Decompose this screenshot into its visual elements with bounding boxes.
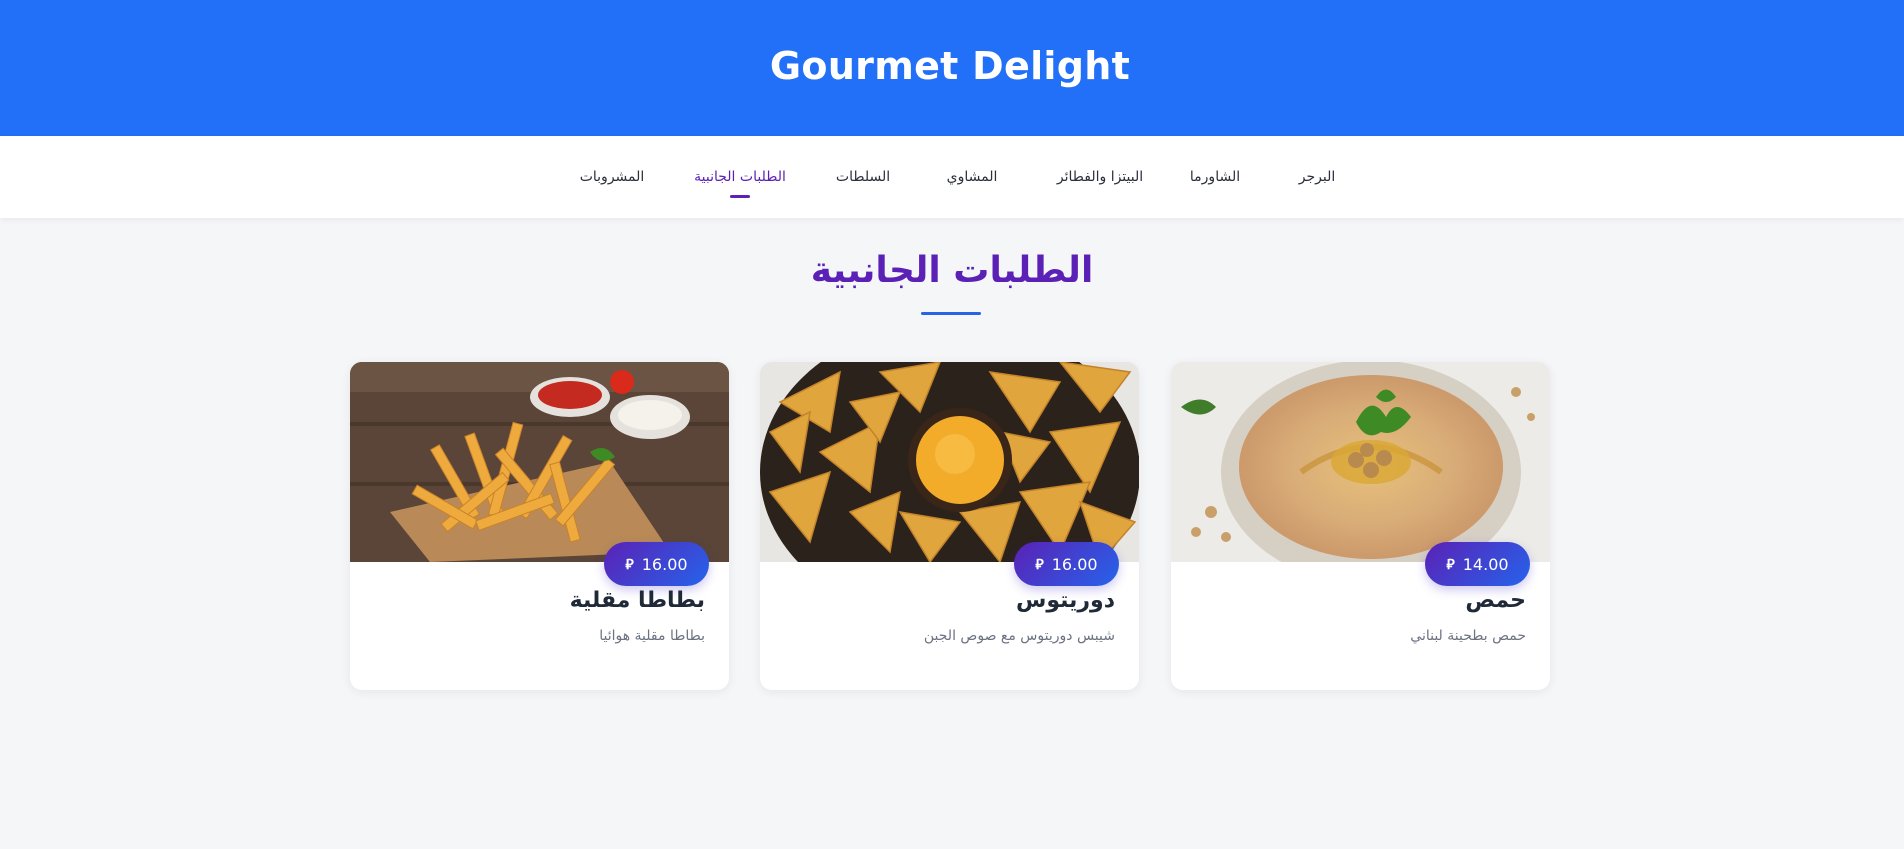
product-name: حمص xyxy=(1465,588,1526,613)
nav-item-label: الطلبات الجانبية xyxy=(694,169,786,185)
category-nav: البرجر الشاورما البيتزا والفطائر المشاوي… xyxy=(0,136,1904,218)
nav-item-drinks[interactable]: المشروبات xyxy=(578,136,646,218)
price-value: 14.00 xyxy=(1462,554,1509,574)
nav-item-label: المشروبات xyxy=(579,169,645,185)
saudi-riyal-icon: ⃁ xyxy=(1035,557,1044,573)
product-card-doritos[interactable]: ⃁ 16.00 دوريتوس شيبس دوريتوس مع صوص الجب… xyxy=(760,362,1139,690)
nav-item-pizza-pies[interactable]: البيتزا والفطائر xyxy=(1048,136,1152,218)
french-fries-image xyxy=(350,362,729,562)
section-title: الطلبات الجانبية xyxy=(810,250,1094,291)
product-name: بطاطا مقلية xyxy=(569,588,705,613)
nav-item-label: المشاوي xyxy=(946,169,998,185)
product-card-hummus[interactable]: ⃁ 14.00 حمص حمص بطحينة لبناني xyxy=(1171,362,1550,690)
site-header: Gourmet Delight xyxy=(0,0,1904,136)
nav-item-label: الشاورما xyxy=(1189,169,1241,185)
price-badge: ⃁ 16.00 xyxy=(1014,542,1119,586)
price-value: 16.00 xyxy=(1051,554,1098,574)
section-title-underline xyxy=(921,312,981,315)
hummus-image xyxy=(1171,362,1550,562)
nav-item-label: البيتزا والفطائر xyxy=(1056,169,1144,185)
nav-item-shawarma[interactable]: الشاورما xyxy=(1182,136,1248,218)
nav-item-salads[interactable]: السلطات xyxy=(834,136,892,218)
price-badge: ⃁ 16.00 xyxy=(604,542,709,586)
site-title: Gourmet Delight xyxy=(769,44,1131,88)
doritos-illustration xyxy=(760,362,1139,562)
active-tab-indicator xyxy=(730,195,750,198)
nav-item-burger[interactable]: البرجر xyxy=(1286,136,1348,218)
price-badge: ⃁ 14.00 xyxy=(1425,542,1530,586)
nav-item-side-orders[interactable]: الطلبات الجانبية xyxy=(694,136,786,218)
price-value: 16.00 xyxy=(641,554,688,574)
nav-item-grills[interactable]: المشاوي xyxy=(940,136,1004,218)
product-description: شيبس دوريتوس مع صوص الجبن xyxy=(923,628,1115,644)
nav-item-label: البرجر xyxy=(1298,169,1336,185)
doritos-image xyxy=(760,362,1139,562)
hummus-illustration xyxy=(1171,362,1550,562)
saudi-riyal-icon: ⃁ xyxy=(1446,557,1455,573)
fries-illustration xyxy=(350,362,729,562)
product-description: حمص بطحينة لبناني xyxy=(1410,628,1526,644)
product-card-fries[interactable]: ⃁ 16.00 بطاطا مقلية بطاطا مقلية هوائيا xyxy=(350,362,729,690)
product-description: بطاطا مقلية هوائيا xyxy=(599,628,705,644)
nav-item-label: السلطات xyxy=(835,169,891,185)
product-name: دوريتوس xyxy=(1015,588,1115,613)
saudi-riyal-icon: ⃁ xyxy=(625,557,634,573)
